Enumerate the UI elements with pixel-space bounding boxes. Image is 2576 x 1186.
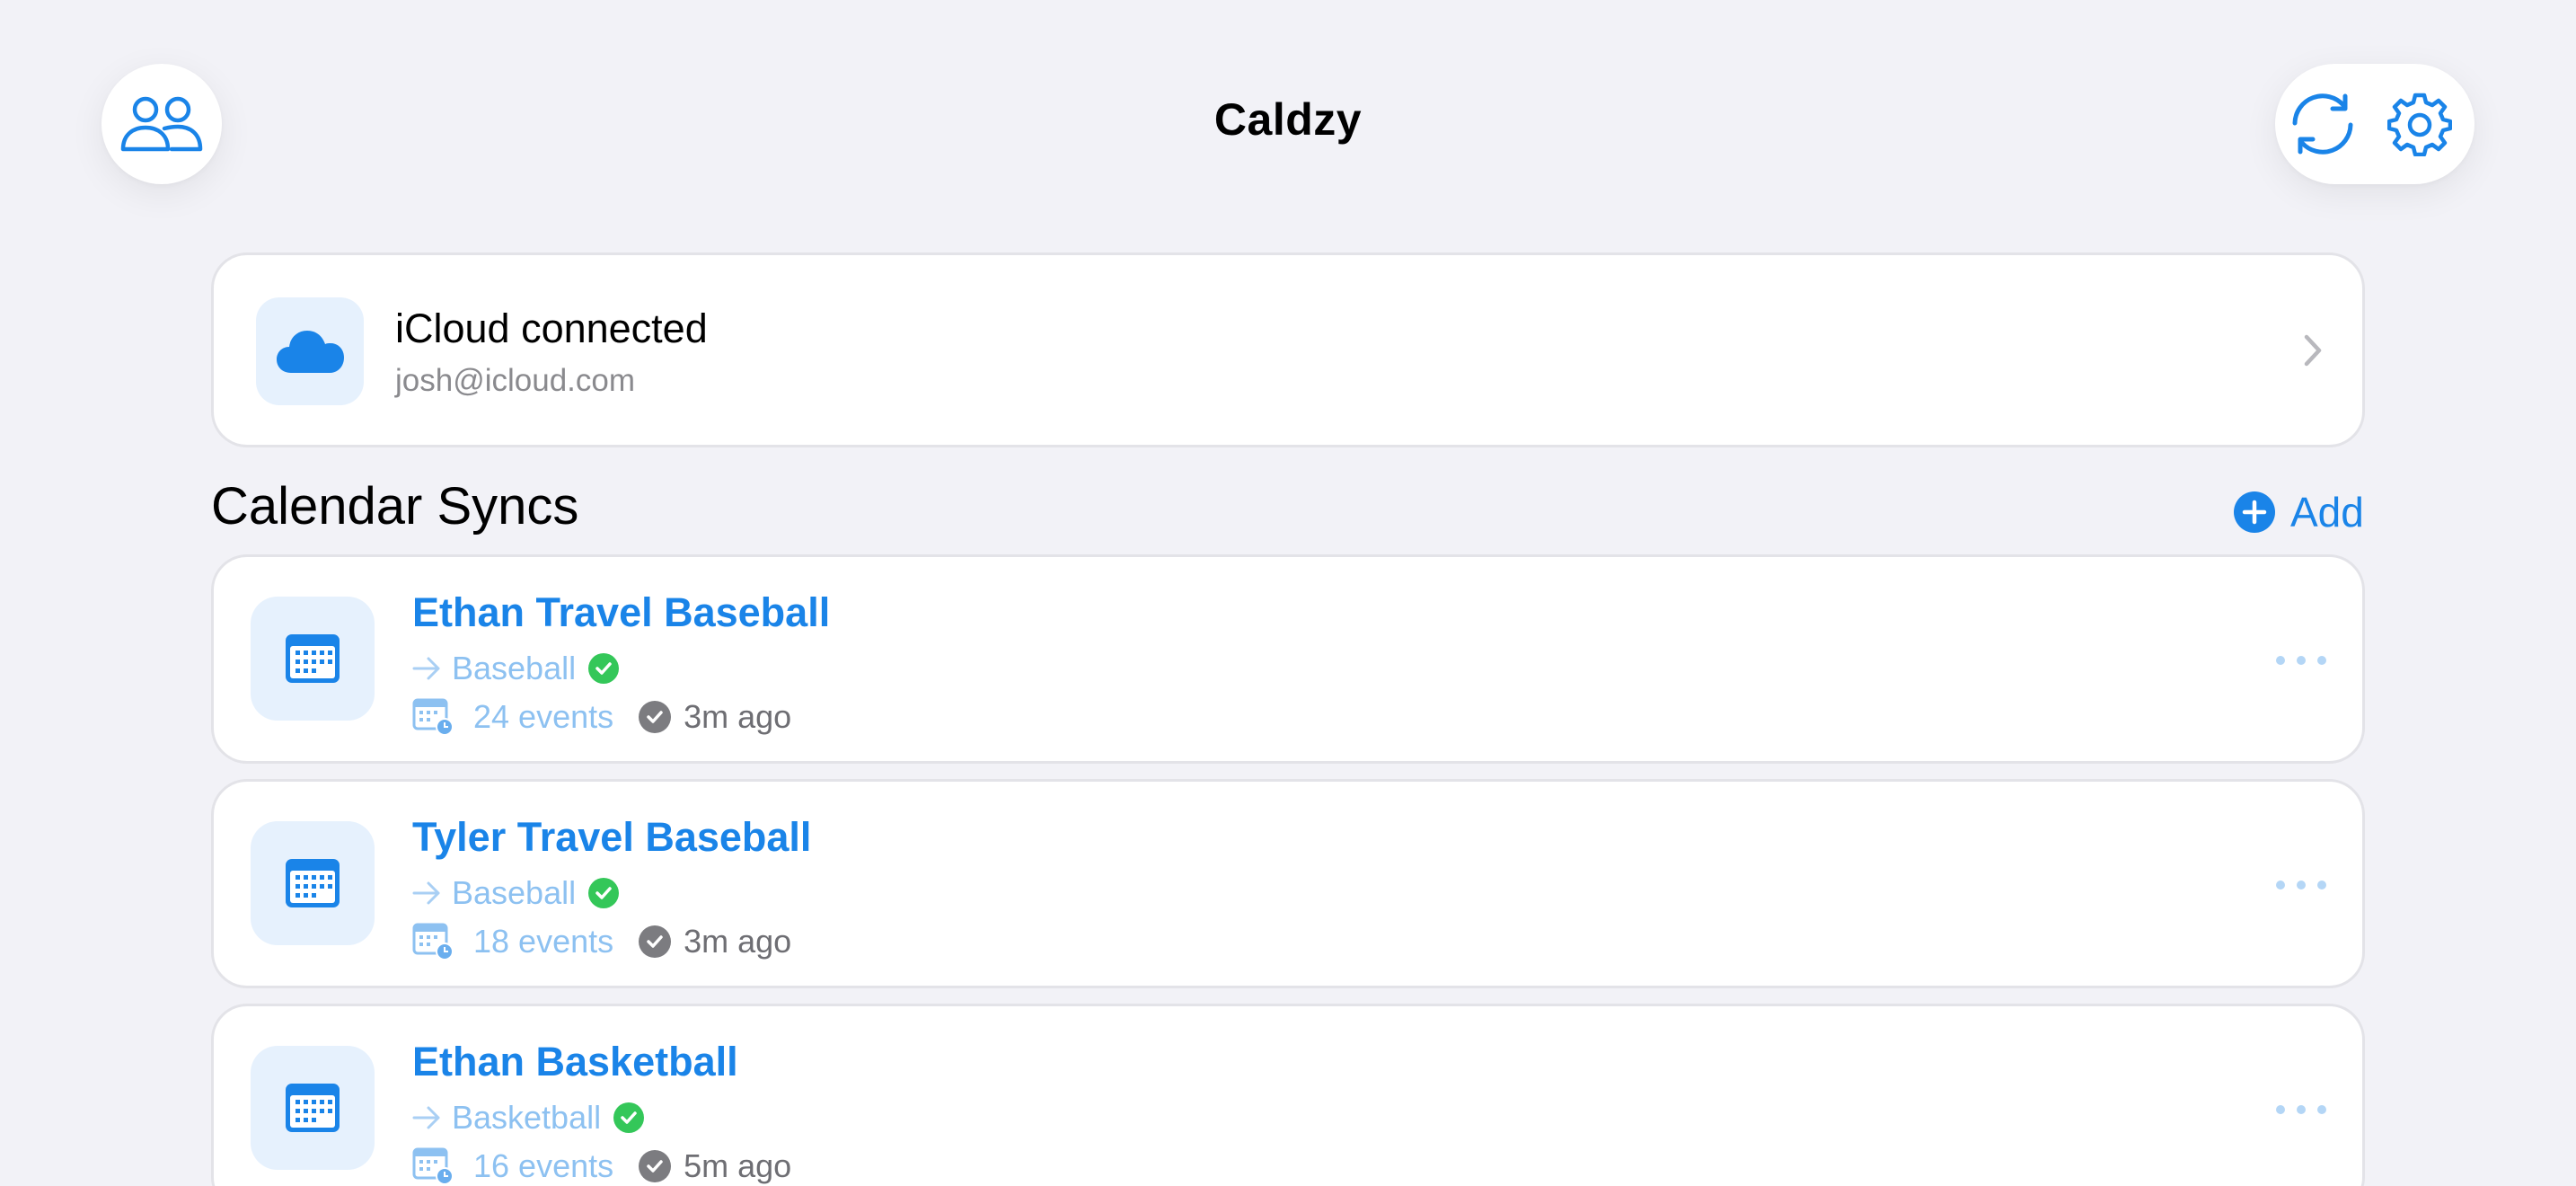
ellipsis-icon — [2276, 881, 2285, 890]
more-options-button[interactable] — [2276, 1096, 2326, 1123]
checkmark-icon — [613, 1102, 645, 1133]
sync-event-count: 24 events — [473, 698, 614, 735]
calendar-icon — [286, 634, 340, 683]
sync-name: Ethan Travel Baseball — [412, 589, 831, 635]
sync-stats-row: 24 events 3m ago — [412, 697, 791, 737]
plus-circle-icon — [2234, 491, 2275, 533]
sync-target-row: Baseball — [412, 873, 620, 913]
add-sync-button[interactable]: Add — [2233, 487, 2364, 537]
sync-event-count: 16 events — [473, 1147, 614, 1184]
sync-card[interactable]: Ethan Travel Baseball Baseball 24 events… — [211, 554, 2365, 764]
gear-icon — [2387, 93, 2452, 156]
sync-target-row: Basketball — [412, 1098, 645, 1137]
checkmark-circle-icon — [639, 1150, 672, 1182]
add-label: Add — [2290, 489, 2364, 535]
sync-target-calendar: Basketball — [452, 1099, 602, 1136]
cloud-icon — [277, 331, 344, 373]
checkmark-circle-icon — [639, 701, 672, 733]
app-title: Caldzy — [1213, 94, 1363, 145]
arrow-right-icon — [412, 1106, 440, 1129]
section-title: Calendar Syncs — [211, 477, 579, 535]
sync-card[interactable]: Ethan Basketball Basketball 16 events 5m… — [211, 1004, 2365, 1186]
sync-target-row: Baseball — [412, 649, 620, 688]
sync-target-calendar: Baseball — [452, 650, 577, 686]
icloud-status: iCloud connected — [395, 305, 708, 351]
sync-event-count: 18 events — [473, 923, 614, 960]
checkmark-icon — [588, 653, 620, 684]
checkmark-icon — [588, 878, 620, 908]
more-options-button[interactable] — [2276, 872, 2326, 898]
sync-icon — [2292, 93, 2353, 155]
icloud-email: josh@icloud.com — [395, 363, 636, 398]
arrow-right-icon — [412, 881, 440, 905]
ellipsis-icon — [2276, 656, 2285, 665]
icloud-account-row[interactable]: iCloud connected josh@icloud.com — [211, 252, 2365, 447]
icloud-icon-tile — [256, 297, 364, 405]
header-actions — [2275, 64, 2475, 184]
settings-button[interactable] — [2381, 85, 2458, 163]
sync-icon-tile — [251, 1046, 375, 1170]
app-screen: Caldzy iCloud connected josh@icloud.com — [0, 0, 2576, 1186]
sync-target-calendar: Baseball — [452, 874, 577, 911]
sync-stats-row: 16 events 5m ago — [412, 1146, 791, 1186]
calendar-icon — [286, 859, 340, 907]
sync-button[interactable] — [2284, 85, 2361, 163]
sync-name: Tyler Travel Baseball — [412, 814, 812, 860]
sync-last-time: 3m ago — [684, 923, 792, 960]
calendar-clock-icon — [412, 698, 454, 736]
calendar-icon — [286, 1084, 340, 1132]
sync-name: Ethan Basketball — [412, 1039, 738, 1084]
sync-card[interactable]: Tyler Travel Baseball Baseball 18 events… — [211, 779, 2365, 988]
sync-icon-tile — [251, 821, 375, 945]
calendar-clock-icon — [412, 1147, 454, 1185]
sync-stats-row: 18 events 3m ago — [412, 922, 791, 961]
checkmark-circle-icon — [639, 925, 672, 958]
sync-icon-tile — [251, 597, 375, 721]
ellipsis-icon — [2276, 1105, 2285, 1114]
chevron-right-icon — [2304, 334, 2322, 367]
arrow-right-icon — [412, 657, 440, 680]
sync-last-time: 5m ago — [684, 1147, 792, 1184]
calendar-clock-icon — [412, 923, 454, 960]
sync-last-time: 3m ago — [684, 698, 792, 735]
more-options-button[interactable] — [2276, 647, 2326, 674]
